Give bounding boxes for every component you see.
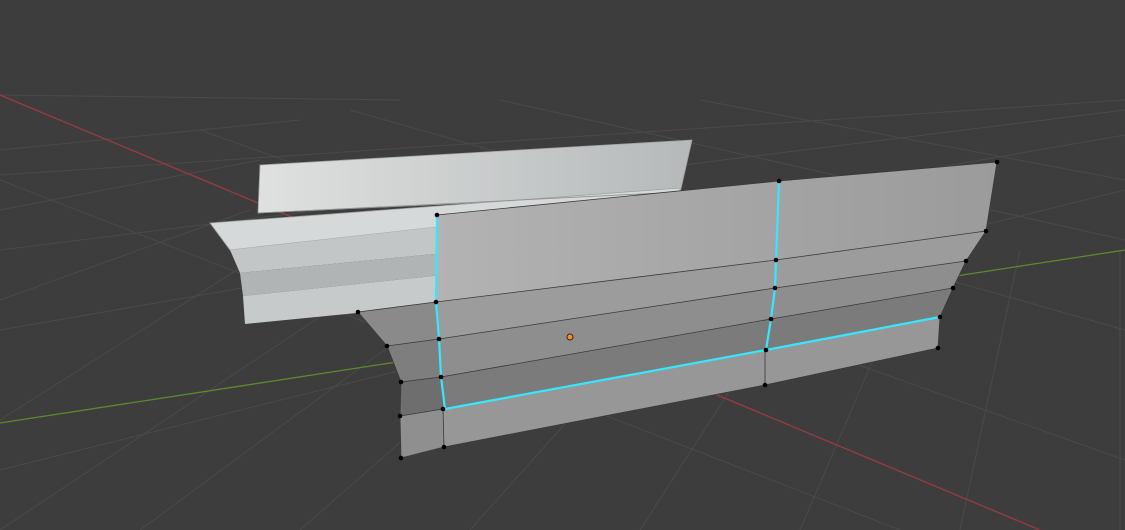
object-origin bbox=[566, 333, 574, 341]
3d-viewport[interactable] bbox=[0, 0, 1125, 530]
viewport-scene bbox=[0, 94, 1125, 530]
